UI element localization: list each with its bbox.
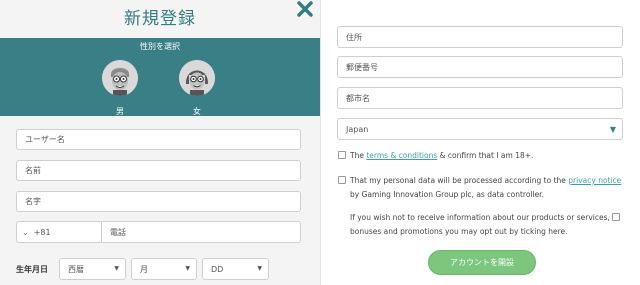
terms-checkbox[interactable]: [338, 151, 346, 159]
terms-pre: The: [350, 151, 367, 160]
username-field[interactable]: ユーザー名: [16, 129, 301, 150]
postcode-field[interactable]: 郵便番号: [337, 56, 623, 78]
close-icon[interactable]: [296, 0, 314, 18]
country-code-value: +81: [33, 227, 51, 237]
dob-month-value: 月: [140, 264, 148, 274]
male-label: 男: [116, 107, 124, 116]
caret-down-icon: ▼: [185, 265, 190, 272]
female-label: 女: [193, 107, 201, 116]
gender-panel: 性別を選択 男 女: [0, 38, 320, 116]
city-field[interactable]: 都市名: [337, 87, 623, 109]
phone-field[interactable]: 電話: [110, 222, 126, 242]
male-avatar[interactable]: [102, 60, 138, 96]
privacy-text: That my personal data will be processed …: [350, 174, 625, 202]
dob-era-select[interactable]: 西暦 ▼: [59, 258, 126, 280]
privacy-checkbox[interactable]: [338, 176, 346, 184]
dob-day-value: DD: [211, 264, 224, 274]
country-code-select[interactable]: ⌄ +81: [17, 222, 102, 242]
dob-day-select[interactable]: DD ▼: [202, 258, 269, 280]
phone-group: ⌄ +81 電話: [16, 221, 301, 243]
privacy-post: by Gaming Innovation Group plc, as data …: [350, 190, 544, 199]
caret-down-icon: ▼: [609, 125, 616, 134]
chevron-down-icon: ⌄: [22, 227, 29, 237]
first-name-field[interactable]: 名前: [16, 160, 301, 181]
terms-post: & confirm that I am 18+.: [437, 151, 534, 160]
left-panel: 新規登録 性別を選択 男 女 ユーザー名 名前 名字 ⌄ +81 電話 生年月日…: [0, 0, 320, 285]
gender-label: 性別を選択: [140, 42, 180, 51]
dob-month-select[interactable]: 月 ▼: [131, 258, 197, 280]
open-account-button[interactable]: アカウントを開設: [428, 250, 536, 275]
caret-down-icon: ▼: [114, 265, 119, 272]
female-avatar-icon: [179, 60, 215, 96]
page-title: 新規登録: [124, 9, 196, 29]
address-field[interactable]: 住所: [337, 26, 623, 48]
dob-era-value: 西暦: [68, 264, 84, 274]
female-avatar[interactable]: [179, 60, 215, 96]
privacy-pre: That my personal data will be processed …: [350, 176, 569, 185]
last-name-field[interactable]: 名字: [16, 191, 301, 212]
caret-down-icon: ▼: [257, 265, 262, 272]
country-value: Japan: [346, 124, 369, 134]
terms-link[interactable]: terms & conditions: [366, 151, 437, 160]
privacy-link[interactable]: privacy notice: [568, 176, 621, 185]
terms-text: The terms & conditions & confirm that I …: [350, 149, 620, 163]
optout-text: If you wish not to receive information a…: [350, 213, 610, 236]
optout-checkbox[interactable]: [612, 213, 620, 221]
male-avatar-icon: [102, 60, 138, 96]
country-select[interactable]: Japan ▼: [337, 118, 623, 140]
dob-label: 生年月日: [16, 265, 48, 274]
